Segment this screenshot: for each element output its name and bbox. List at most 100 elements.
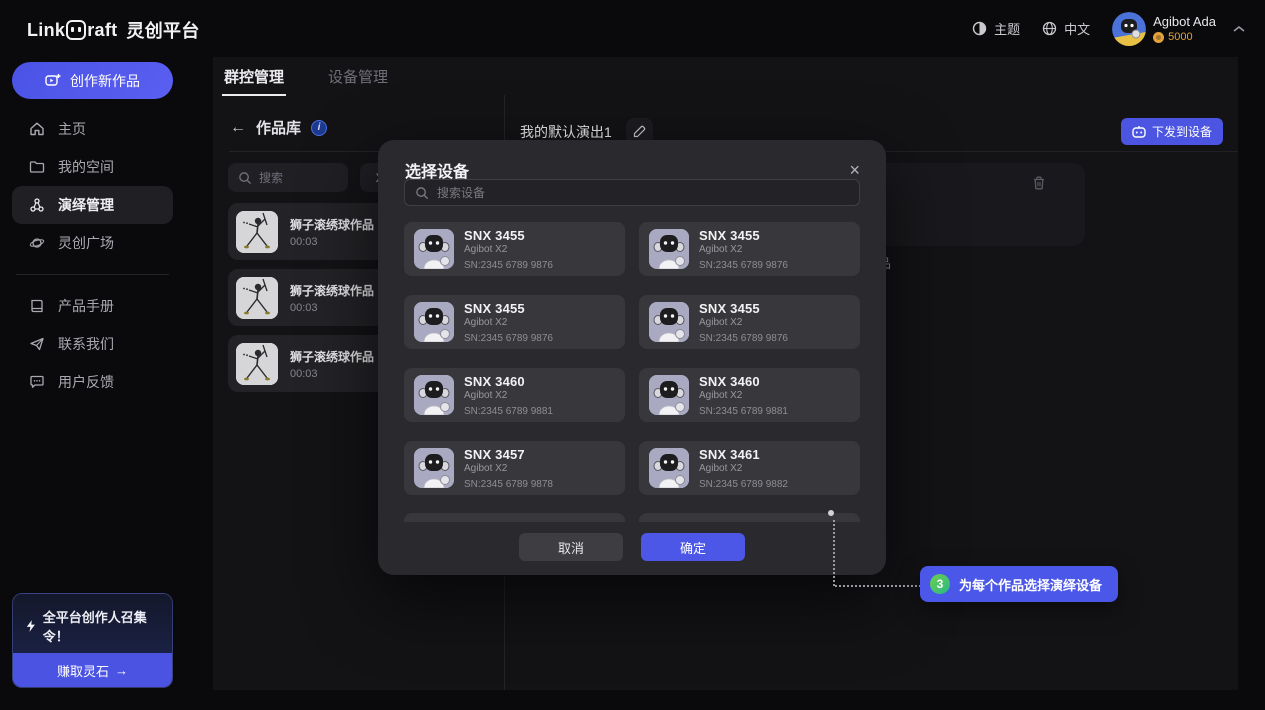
- earn-stones-label: 赚取灵石: [57, 661, 109, 680]
- device-name: SNX 3455: [464, 228, 553, 243]
- work-thumbnail: [236, 277, 278, 319]
- robot-face-icon: [66, 20, 86, 40]
- arrow-right-icon: →: [115, 663, 128, 678]
- device-list-overflow-peek: [404, 513, 860, 522]
- logo-text-right: raft: [87, 20, 117, 41]
- work-title: 狮子滚绣球作品: [290, 216, 374, 233]
- device-model: Agibot X2: [699, 317, 788, 328]
- device-card[interactable]: SNX 3461 Agibot X2 SN:2345 6789 9882: [639, 441, 860, 495]
- work-duration: 00:03: [290, 368, 374, 380]
- paper-plane-icon: [29, 336, 45, 352]
- sidebar-divider: [16, 274, 169, 275]
- cancel-button[interactable]: 取消: [519, 533, 623, 561]
- sidebar: 创作新作品 主页 我的空间 演绎管理 灵创广场 产品手册 联系我们: [0, 57, 185, 710]
- device-model: Agibot X2: [464, 244, 553, 255]
- robot-avatar: [649, 448, 689, 488]
- device-sn: SN:2345 6789 9876: [464, 333, 553, 344]
- trash-icon[interactable]: [1031, 175, 1047, 191]
- sidebar-item-label: 灵创广场: [58, 233, 114, 253]
- sidebar-item-my-space[interactable]: 我的空间: [12, 148, 173, 186]
- brand-logo: Link raft 灵创平台: [27, 17, 200, 43]
- create-new-work-button[interactable]: 创作新作品: [12, 62, 173, 99]
- device-card[interactable]: SNX 3455 Agibot X2 SN:2345 6789 9876: [404, 295, 625, 349]
- device-sn: SN:2345 6789 9876: [699, 260, 788, 271]
- lightning-icon: [25, 619, 37, 633]
- planet-icon: [29, 235, 45, 251]
- promo-title: 全平台创作人召集令！: [43, 607, 160, 645]
- guide-dotted-line-horizontal: [835, 585, 921, 587]
- feedback-comment-icon: [29, 374, 45, 390]
- device-search-placeholder: 搜索设备: [437, 184, 485, 201]
- info-icon[interactable]: i: [311, 120, 327, 136]
- library-search-input[interactable]: 搜索: [228, 163, 348, 192]
- deploy-to-device-button[interactable]: 下发到设备: [1121, 118, 1223, 145]
- earn-stones-button[interactable]: 赚取灵石 →: [13, 653, 172, 687]
- promo-card: 全平台创作人召集令！ 成为首批"机器人导演"！ 赚取灵石 →: [12, 593, 173, 688]
- chevron-up-icon[interactable]: [1233, 25, 1245, 33]
- management-tabs: 群控管理 设备管理: [222, 57, 390, 95]
- theme-toggle[interactable]: 主题: [972, 19, 1020, 38]
- close-icon[interactable]: ×: [849, 161, 860, 179]
- device-model: Agibot X2: [699, 390, 788, 401]
- pencil-icon: [633, 125, 646, 138]
- logo-text-left: Link: [27, 20, 65, 41]
- theme-label: 主题: [994, 19, 1020, 38]
- nodes-icon: [29, 197, 45, 213]
- device-sn: SN:2345 6789 9881: [464, 406, 553, 417]
- language-switch[interactable]: 中文: [1042, 19, 1090, 38]
- device-card[interactable]: SNX 3455 Agibot X2 SN:2345 6789 9876: [639, 222, 860, 276]
- work-duration: 00:03: [290, 236, 374, 248]
- sidebar-item-product-manual[interactable]: 产品手册: [12, 287, 173, 325]
- device-grid: SNX 3455 Agibot X2 SN:2345 6789 9876 SNX…: [404, 222, 860, 495]
- sidebar-item-feedback[interactable]: 用户反馈: [12, 363, 173, 401]
- device-name: SNX 3455: [464, 301, 553, 316]
- sidebar-item-home[interactable]: 主页: [12, 110, 173, 148]
- sidebar-item-label: 产品手册: [58, 296, 114, 316]
- robot-avatar: [414, 229, 454, 269]
- library-title: 作品库: [256, 117, 301, 138]
- device-card[interactable]: SNX 3460 Agibot X2 SN:2345 6789 9881: [639, 368, 860, 422]
- back-arrow-icon[interactable]: ←: [230, 119, 246, 137]
- sidebar-item-label: 我的空间: [58, 157, 114, 177]
- robot-avatar: [649, 375, 689, 415]
- robot-avatar: [414, 448, 454, 488]
- sidebar-item-contact-us[interactable]: 联系我们: [12, 325, 173, 363]
- create-label: 创作新作品: [70, 71, 140, 91]
- device-sn: SN:2345 6789 9878: [464, 479, 553, 490]
- tab-device-management[interactable]: 设备管理: [326, 66, 390, 87]
- work-duration: 00:03: [290, 302, 374, 314]
- device-model: Agibot X2: [464, 390, 553, 401]
- select-device-modal: 选择设备 × 搜索设备 SNX 3455 Agibot X2 SN:2345 6…: [378, 140, 886, 575]
- logo-cn: 灵创平台: [126, 17, 199, 43]
- device-card[interactable]: SNX 3460 Agibot X2 SN:2345 6789 9881: [404, 368, 625, 422]
- user-menu[interactable]: Agibot Ada 5000: [1112, 12, 1245, 46]
- device-model: Agibot X2: [464, 317, 553, 328]
- device-name: SNX 3457: [464, 447, 553, 462]
- sidebar-item-label: 用户反馈: [58, 372, 114, 392]
- work-title: 狮子滚绣球作品: [290, 348, 374, 365]
- tab-group-control[interactable]: 群控管理: [222, 66, 286, 87]
- user-name: Agibot Ada: [1153, 14, 1216, 29]
- peek-card: [639, 513, 860, 522]
- device-model: Agibot X2: [464, 463, 553, 474]
- robot-icon: [1132, 125, 1146, 138]
- device-name: SNX 3455: [699, 228, 788, 243]
- device-card[interactable]: SNX 3455 Agibot X2 SN:2345 6789 9876: [639, 295, 860, 349]
- sidebar-item-label: 演绎管理: [58, 195, 114, 215]
- confirm-button[interactable]: 确定: [641, 533, 745, 561]
- onboarding-step-tooltip: 3 为每个作品选择演绎设备: [920, 566, 1118, 602]
- device-card[interactable]: SNX 3457 Agibot X2 SN:2345 6789 9878: [404, 441, 625, 495]
- sidebar-item-label: 主页: [58, 119, 86, 139]
- work-title: 狮子滚绣球作品: [290, 282, 374, 299]
- search-icon: [415, 186, 429, 200]
- language-label: 中文: [1064, 19, 1090, 38]
- deploy-label: 下发到设备: [1152, 123, 1212, 140]
- step-number-badge: 3: [930, 574, 950, 594]
- home-icon: [29, 121, 45, 137]
- device-search-input[interactable]: 搜索设备: [404, 179, 860, 206]
- theme-icon: [972, 21, 987, 36]
- sidebar-item-performance-management[interactable]: 演绎管理: [12, 186, 173, 224]
- robot-avatar: [649, 302, 689, 342]
- device-card[interactable]: SNX 3455 Agibot X2 SN:2345 6789 9876: [404, 222, 625, 276]
- sidebar-item-plaza[interactable]: 灵创广场: [12, 224, 173, 262]
